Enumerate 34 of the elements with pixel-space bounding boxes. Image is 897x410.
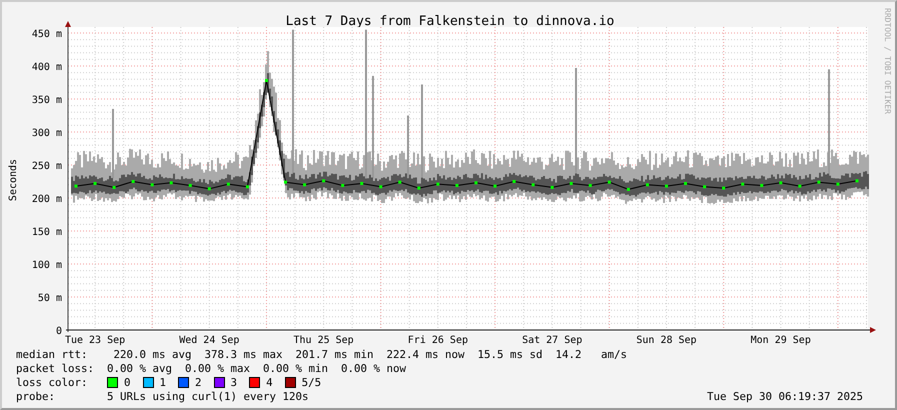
y-tick-label: 200 m: [32, 194, 62, 205]
legend-text: 5 URLs using curl(1) every 120s: [107, 390, 309, 402]
legend-label: probe:: [16, 390, 56, 402]
x-tick-label: Sat 27 Sep: [522, 335, 582, 346]
swatch-label: 1: [160, 376, 166, 388]
y-tick-label: 250 m: [32, 161, 62, 172]
swatch-label: 0: [124, 376, 131, 388]
y-tick-label: 100 m: [32, 260, 62, 271]
y-tick-label: 400 m: [32, 62, 62, 73]
swatch-label: 3: [230, 376, 238, 388]
y-tick-label: 150 m: [32, 227, 62, 238]
x-tick-label: Sun 28 Sep: [636, 335, 697, 346]
legend-label: packet loss:: [16, 362, 96, 374]
legend-text: 0.00 % avg 0.00 % max 0.00 % min 0.00 % now: [107, 362, 406, 374]
y-tick-label: 450 m: [32, 29, 62, 40]
x-tick-label: Fri 26 Sep: [408, 335, 468, 346]
legend-text: 220.0 ms avg 378.3 ms max 201.7 ms min 222.4 ms now 15.5 ms sd 14.2 am/s: [112, 348, 628, 360]
y-axis-title: Seconds: [8, 158, 19, 202]
y-tick-label: 0: [56, 326, 62, 337]
swatch-label: 4: [266, 376, 273, 388]
legend-label: median rtt:: [16, 348, 89, 360]
x-tick-label: Thu 25 Sep: [294, 335, 354, 346]
timestamp: Tue Sep 30 06:19:37 2025: [706, 390, 863, 402]
x-tick-label: Tue 23 Sep: [64, 335, 126, 346]
side-label: RRDTOOL / TOBI OETIKER: [883, 8, 892, 114]
chart-title: Last 7 Days from Falkenstein to dinnova.io: [286, 14, 614, 29]
swatch-label: 2: [195, 376, 202, 388]
legend-label: loss color:: [16, 376, 89, 388]
x-tick-label: Mon 29 Sep: [750, 335, 811, 346]
y-tick-label: 50 m: [38, 293, 62, 304]
y-tick-label: 350 m: [32, 95, 62, 106]
y-tick-label: 300 m: [32, 128, 62, 139]
x-tick-label: Wed 24 Sep: [179, 335, 240, 346]
swatch-label: 5/5: [302, 376, 322, 388]
